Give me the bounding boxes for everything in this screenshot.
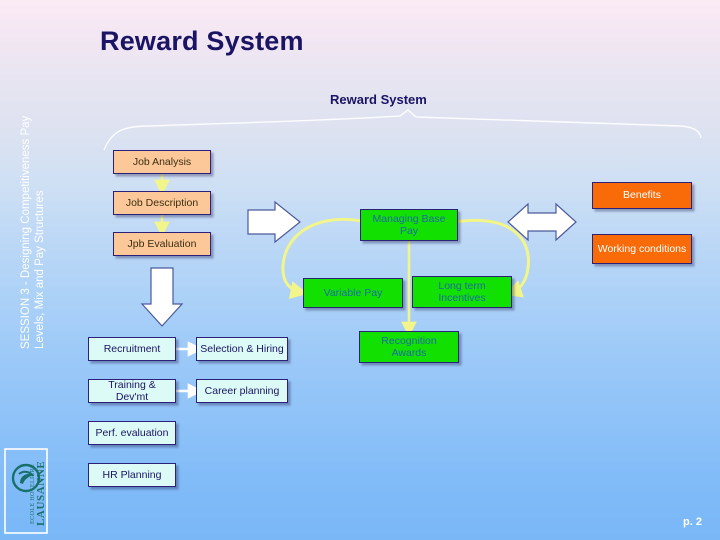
box-working-conditions[interactable]: Working conditions: [592, 234, 692, 264]
box-benefits[interactable]: Benefits: [592, 182, 692, 209]
box-job-description[interactable]: Job Description: [113, 191, 211, 215]
box-variable-pay[interactable]: Variable Pay: [303, 278, 403, 308]
box-recruitment[interactable]: Recruitment: [88, 337, 176, 361]
double-headed-arrow-icon: [507, 202, 577, 242]
box-perf-evaluation[interactable]: Perf. evaluation: [88, 421, 176, 445]
box-label: Benefits: [623, 189, 661, 202]
box-managing-base-pay[interactable]: Managing Base Pay: [360, 209, 458, 241]
page-number: p. 2: [683, 516, 702, 528]
box-selection-hiring[interactable]: Selection & Hiring: [196, 337, 288, 361]
box-long-term-incentives[interactable]: Long term Incentives: [412, 276, 512, 308]
down-arrow-icon: [140, 267, 184, 327]
box-label: Perf. evaluation: [95, 426, 169, 439]
box-recognition-awards[interactable]: Recognition Awards: [359, 331, 459, 363]
page-title: Reward System: [100, 26, 304, 56]
right-arrow-icon: [247, 200, 301, 244]
box-label: Variable Pay: [323, 286, 383, 299]
ehl-logo-icon: ECOLE HOTELIERE LAUSANNE: [4, 448, 48, 534]
box-label: Managing Base Pay: [372, 212, 446, 238]
box-job-analysis[interactable]: Job Analysis: [113, 150, 211, 174]
box-hr-planning[interactable]: HR Planning: [88, 463, 176, 487]
box-label: Recognition Awards: [381, 334, 437, 360]
box-label: Jpb Evaluation: [127, 237, 197, 250]
box-label: Training & Dev'mt: [108, 378, 156, 404]
box-label: Long term Incentives: [438, 279, 486, 305]
slide-canvas: Reward System Reward System SESSION 3 - …: [0, 0, 720, 540]
box-label: Career planning: [204, 384, 280, 397]
box-training-development[interactable]: Training & Dev'mt: [88, 379, 176, 403]
decorative-swoosh-icon: [103, 109, 702, 151]
svg-text:LAUSANNE: LAUSANNE: [35, 461, 47, 526]
box-career-planning[interactable]: Career planning: [196, 379, 288, 403]
box-label: Working conditions: [597, 242, 687, 255]
box-job-evaluation[interactable]: Jpb Evaluation: [113, 232, 211, 256]
section-subtitle: Reward System: [330, 92, 427, 107]
session-label: SESSION 3 - Designing Competitiveness Pa…: [20, 115, 46, 349]
connector-layer: [154, 173, 530, 399]
box-label: Recruitment: [103, 342, 161, 355]
block-arrow-layer: [140, 200, 577, 327]
box-label: Selection & Hiring: [200, 342, 284, 355]
box-label: Job Description: [125, 196, 199, 209]
box-label: HR Planning: [102, 468, 162, 481]
box-label: Job Analysis: [132, 155, 192, 168]
